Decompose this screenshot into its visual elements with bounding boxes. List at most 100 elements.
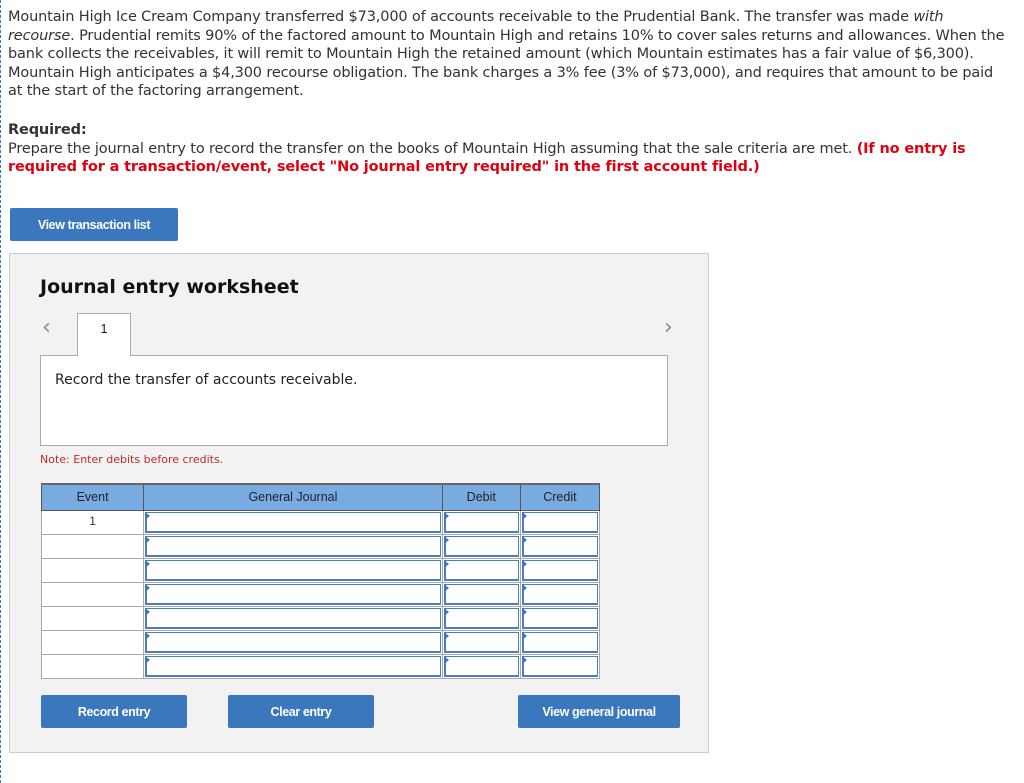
journal-table: Event General Journal Debit Credit 1 <box>40 483 601 679</box>
page: Mountain High Ice Cream Company transfer… <box>0 0 1024 783</box>
dropdown-marker-icon <box>521 655 527 664</box>
credit-input[interactable] <box>521 607 598 629</box>
account-cell <box>143 557 443 583</box>
credit-input[interactable] <box>521 631 598 653</box>
debit-credit-note: Note: Enter debits before credits. <box>40 453 224 466</box>
dropdown-marker-icon <box>521 607 527 616</box>
credit-cell <box>519 653 601 679</box>
dropdown-marker-icon <box>145 559 151 568</box>
event-cell <box>40 653 145 679</box>
debit-cell <box>441 509 521 535</box>
journal-row <box>40 605 601 631</box>
account-input[interactable] <box>145 511 441 533</box>
event-cell: 1 <box>40 509 145 535</box>
credit-input[interactable] <box>521 559 598 581</box>
header-debit: Debit <box>441 483 521 511</box>
header-credit: Credit <box>519 483 601 511</box>
account-input[interactable] <box>145 631 441 653</box>
dropdown-marker-icon <box>443 607 449 616</box>
event-cell <box>40 629 145 655</box>
chevron-right-icon[interactable]: › <box>664 317 673 339</box>
view-transaction-list-button[interactable]: View transaction list <box>10 208 178 241</box>
dropdown-marker-icon <box>443 583 449 592</box>
credit-cell <box>519 605 601 631</box>
credit-input[interactable] <box>521 655 598 677</box>
entry-description: Record the transfer of accounts receivab… <box>55 372 358 388</box>
dropdown-marker-icon <box>145 655 151 664</box>
journal-row: 1 <box>40 509 601 535</box>
account-cell <box>143 653 443 679</box>
dropdown-marker-icon <box>145 607 151 616</box>
header-event: Event <box>40 483 145 511</box>
dropdown-marker-icon <box>145 535 151 544</box>
entry-description-box: Record the transfer of accounts receivab… <box>40 355 668 446</box>
journal-entry-worksheet: Journal entry worksheet ‹ › 1 Record the… <box>9 253 709 753</box>
debit-cell <box>441 557 521 583</box>
dropdown-marker-icon <box>443 655 449 664</box>
account-input[interactable] <box>145 559 441 581</box>
problem-text-1: Mountain High Ice Cream Company transfer… <box>8 9 914 25</box>
credit-cell <box>519 533 601 559</box>
clear-entry-button[interactable]: Clear entry <box>228 695 374 728</box>
event-cell <box>40 605 145 631</box>
debit-input[interactable] <box>443 655 519 677</box>
account-cell <box>143 605 443 631</box>
dropdown-marker-icon <box>443 559 449 568</box>
account-cell <box>143 509 443 535</box>
debit-cell <box>441 533 521 559</box>
debit-cell <box>441 629 521 655</box>
dropdown-marker-icon <box>145 583 151 592</box>
dropdown-marker-icon <box>145 631 151 640</box>
header-general-journal: General Journal <box>143 483 443 511</box>
account-input[interactable] <box>145 655 441 677</box>
account-input[interactable] <box>145 607 441 629</box>
account-input[interactable] <box>145 535 441 557</box>
chevron-left-icon[interactable]: ‹ <box>42 317 51 339</box>
required-text: Prepare the journal entry to record the … <box>8 140 857 157</box>
credit-cell <box>519 509 601 535</box>
journal-header-row: Event General Journal Debit Credit <box>40 483 601 511</box>
credit-cell <box>519 629 601 655</box>
debit-cell <box>441 581 521 607</box>
dropdown-marker-icon <box>521 559 527 568</box>
debit-input[interactable] <box>443 535 519 557</box>
dropdown-marker-icon <box>443 631 449 640</box>
account-cell <box>143 581 443 607</box>
dropdown-marker-icon <box>521 511 527 520</box>
dropdown-marker-icon <box>145 511 151 520</box>
event-cell <box>40 557 145 583</box>
problem-statement: Mountain High Ice Cream Company transfer… <box>8 8 1008 101</box>
account-cell <box>143 533 443 559</box>
journal-row <box>40 557 601 583</box>
debit-input[interactable] <box>443 511 519 533</box>
required-section: Required: Prepare the journal entry to r… <box>8 121 1008 177</box>
dropdown-marker-icon <box>443 535 449 544</box>
credit-cell <box>519 581 601 607</box>
credit-input[interactable] <box>521 511 598 533</box>
debit-cell <box>441 605 521 631</box>
record-entry-button[interactable]: Record entry <box>41 695 187 728</box>
journal-row <box>40 581 601 607</box>
credit-input[interactable] <box>521 535 598 557</box>
credit-cell <box>519 557 601 583</box>
debit-cell <box>441 653 521 679</box>
tab-entry-1[interactable]: 1 <box>77 313 131 356</box>
account-input[interactable] <box>145 583 441 605</box>
dropdown-marker-icon <box>521 583 527 592</box>
event-cell <box>40 533 145 559</box>
debit-input[interactable] <box>443 631 519 653</box>
debit-input[interactable] <box>443 607 519 629</box>
dropdown-marker-icon <box>521 631 527 640</box>
debit-input[interactable] <box>443 559 519 581</box>
journal-row <box>40 533 601 559</box>
debit-input[interactable] <box>443 583 519 605</box>
account-cell <box>143 629 443 655</box>
dropdown-marker-icon <box>443 511 449 520</box>
event-cell <box>40 581 145 607</box>
view-general-journal-button[interactable]: View general journal <box>518 695 680 728</box>
problem-text-2: . Prudential remits 90% of the factored … <box>8 27 1005 100</box>
credit-input[interactable] <box>521 583 598 605</box>
required-label: Required: <box>8 122 87 138</box>
journal-row <box>40 629 601 655</box>
worksheet-title: Journal entry worksheet <box>40 276 299 298</box>
